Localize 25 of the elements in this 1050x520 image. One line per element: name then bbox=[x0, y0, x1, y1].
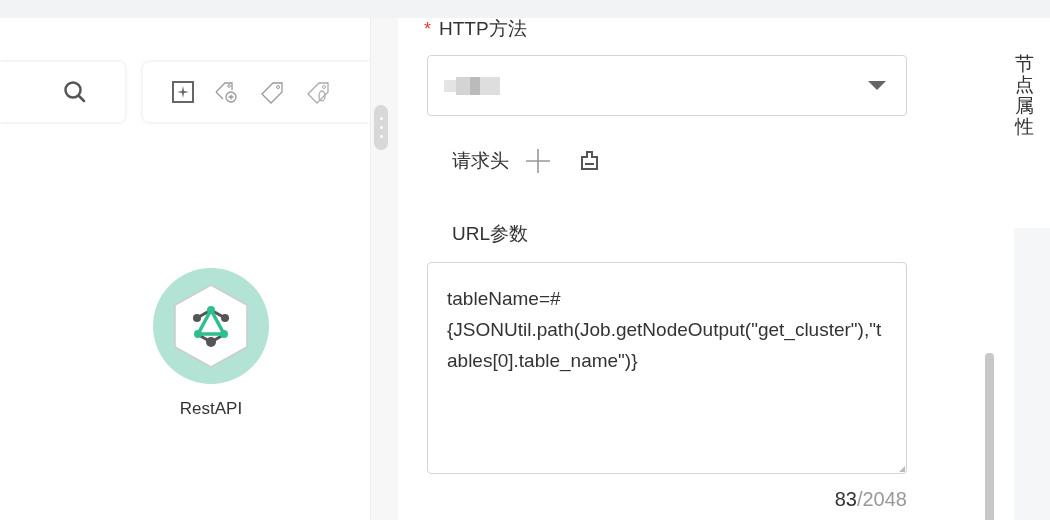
blurred-value-mark bbox=[444, 76, 500, 95]
clear-icon[interactable] bbox=[579, 150, 601, 173]
url-params-textarea[interactable]: tableName=#{JSONUtil.path(Job.getNodeOutput("get_cluster"),"tables[0].table_name")} bbox=[427, 262, 907, 474]
api-node-icon[interactable] bbox=[153, 268, 269, 384]
tag-icon[interactable] bbox=[260, 79, 286, 105]
tag-edit-icon[interactable] bbox=[306, 79, 332, 105]
char-count: 83 bbox=[834, 487, 857, 512]
field-label: 请求头 bbox=[452, 149, 509, 173]
field-label: URL参数 bbox=[452, 221, 529, 246]
node-label: RestAPI bbox=[179, 398, 243, 420]
char-limit: /2048 bbox=[856, 487, 907, 512]
add-icon[interactable] bbox=[525, 148, 551, 175]
required-asterisk: * bbox=[424, 20, 431, 38]
fit-view-icon[interactable] bbox=[172, 81, 194, 103]
field-label: HTTP方法 bbox=[439, 16, 527, 41]
dropdown-caret-icon bbox=[868, 80, 886, 91]
resize-grip-icon[interactable] bbox=[899, 466, 905, 472]
scrollbar-thumb[interactable] bbox=[985, 353, 994, 520]
search-field[interactable] bbox=[0, 62, 125, 122]
search-icon[interactable] bbox=[63, 80, 87, 104]
method-select[interactable] bbox=[427, 55, 907, 116]
textarea-value: tableName=#{JSONUtil.path(Job.getNodeOutput("get_cluster"),"tables[0].table_name")} bbox=[447, 287, 883, 374]
side-tab[interactable]: 节点属性 bbox=[1015, 54, 1034, 138]
tag-add-icon[interactable] bbox=[214, 79, 240, 105]
resize-handle[interactable] bbox=[374, 105, 388, 150]
